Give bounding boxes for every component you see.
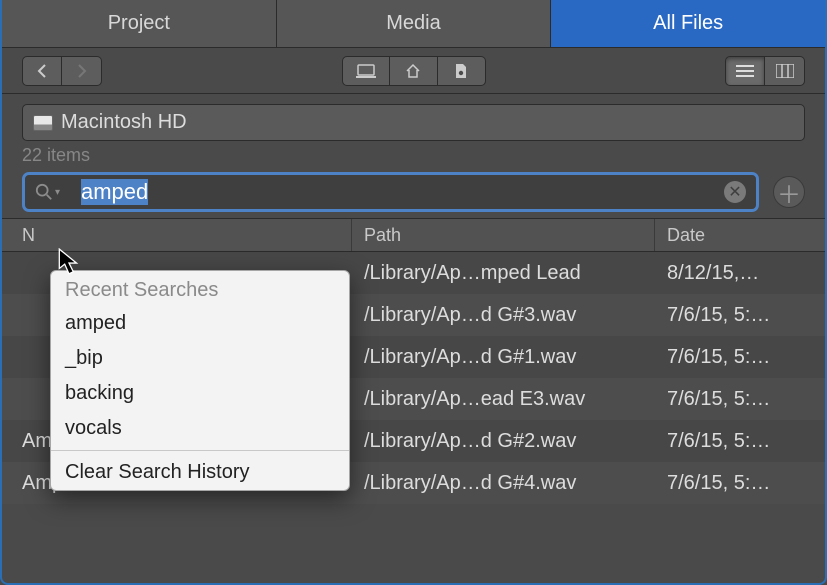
file-date: 7/6/15, 5:…	[655, 346, 815, 369]
column-view-button[interactable]	[765, 56, 805, 86]
add-search-button[interactable]: ＋	[773, 176, 805, 208]
header-date[interactable]: Date	[655, 219, 815, 251]
search-field[interactable]: ▾ ✕	[22, 172, 759, 212]
project-location-button[interactable]	[438, 56, 486, 86]
file-path: /Library/Ap…ead E3.wav	[352, 388, 655, 411]
file-date: 7/6/15, 5:…	[655, 304, 815, 327]
disk-icon	[33, 115, 53, 131]
popup-divider	[51, 450, 349, 451]
clear-search-history[interactable]: Clear Search History	[51, 455, 349, 490]
forward-button[interactable]	[62, 56, 102, 86]
back-button[interactable]	[22, 56, 62, 86]
file-date: 7/6/15, 5:…	[655, 472, 815, 495]
home-location-button[interactable]	[390, 56, 438, 86]
column-headers: N Path Date	[2, 218, 825, 252]
search-input[interactable]	[81, 179, 718, 205]
header-name[interactable]: N	[22, 219, 352, 251]
file-date: 7/6/15, 5:…	[655, 430, 815, 453]
popup-header: Recent Searches	[51, 271, 349, 306]
file-path: /Library/Ap…d G#4.wav	[352, 472, 655, 495]
tab-all-files[interactable]: All Files	[550, 0, 825, 47]
location-bar[interactable]: Macintosh HD	[22, 104, 805, 141]
toolbar	[2, 48, 825, 94]
clear-search-button[interactable]: ✕	[724, 181, 746, 203]
file-path: /Library/Ap…d G#3.wav	[352, 304, 655, 327]
tab-bar: Project Media All Files	[2, 0, 825, 48]
recent-search-item[interactable]: backing	[51, 376, 349, 411]
search-icon[interactable]: ▾	[35, 183, 60, 201]
item-count: 22 items	[22, 145, 805, 166]
tab-media[interactable]: Media	[276, 0, 551, 47]
list-view-button[interactable]	[725, 56, 765, 86]
file-date: 8/12/15,…	[655, 262, 815, 285]
recent-search-item[interactable]: vocals	[51, 411, 349, 446]
tab-project[interactable]: Project	[2, 0, 276, 47]
file-path: /Library/Ap…mped Lead	[352, 262, 655, 285]
file-path: /Library/Ap…d G#1.wav	[352, 346, 655, 369]
file-date: 7/6/15, 5:…	[655, 388, 815, 411]
recent-searches-popup: Recent Searches amped_bipbackingvocals C…	[50, 270, 350, 491]
chevron-down-icon: ▾	[55, 187, 60, 198]
header-path[interactable]: Path	[352, 219, 655, 251]
recent-search-item[interactable]: _bip	[51, 341, 349, 376]
computer-location-button[interactable]	[342, 56, 390, 86]
recent-search-item[interactable]: amped	[51, 306, 349, 341]
volume-name: Macintosh HD	[61, 111, 187, 134]
file-path: /Library/Ap…d G#2.wav	[352, 430, 655, 453]
